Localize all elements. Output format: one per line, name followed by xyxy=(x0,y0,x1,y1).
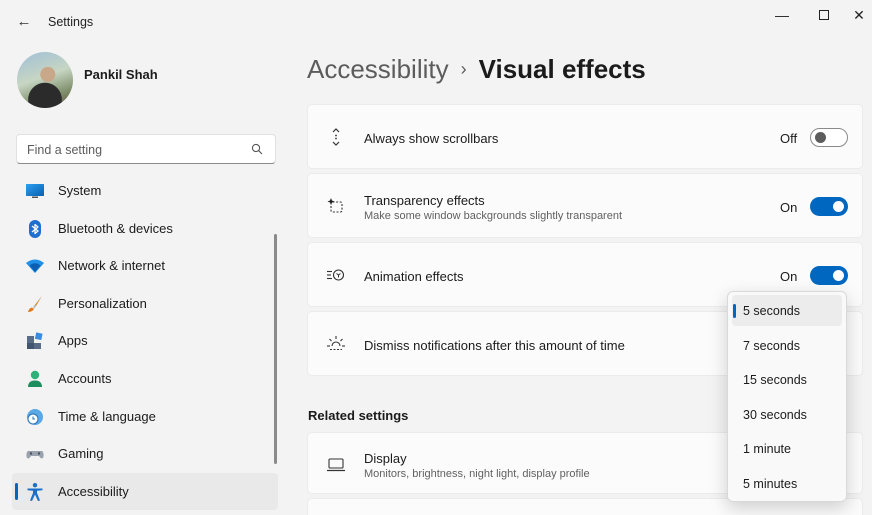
sidebar-item-accounts[interactable]: Accounts xyxy=(12,360,278,398)
app-title: Settings xyxy=(48,15,94,29)
bluetooth-icon xyxy=(29,219,41,238)
sidebar-item-time-language[interactable]: Time & language xyxy=(12,398,278,436)
title-bar: ← Settings — ✕ xyxy=(0,0,872,44)
dropdown-option[interactable]: 15 seconds xyxy=(732,364,842,395)
dropdown-option[interactable]: 7 seconds xyxy=(732,330,842,361)
sidebar-item-label: Apps xyxy=(58,333,88,349)
wifi-icon xyxy=(26,259,44,274)
laptop-icon xyxy=(327,458,345,472)
breadcrumb-parent[interactable]: Accessibility xyxy=(307,54,449,84)
toggle-state-label: Off xyxy=(780,131,798,146)
sidebar-item-label: Gaming xyxy=(58,446,104,462)
dropdown-option-selected[interactable]: 5 seconds xyxy=(732,295,842,326)
scrollbars-toggle[interactable] xyxy=(810,128,848,147)
active-indicator xyxy=(15,482,18,500)
section-heading: Related settings xyxy=(308,408,409,423)
search-icon[interactable] xyxy=(251,143,263,155)
setting-card-transparency: Transparency effects Make some window ba… xyxy=(307,173,863,238)
maximize-icon xyxy=(819,9,829,20)
dropdown-option-label: 5 seconds xyxy=(743,304,800,318)
sidebar-item-gaming[interactable]: Gaming xyxy=(12,435,278,473)
setting-title: Transparency effects xyxy=(364,193,485,208)
search-input[interactable] xyxy=(27,141,247,158)
minimize-icon: — xyxy=(775,7,789,23)
dropdown-option-label: 15 seconds xyxy=(743,373,807,387)
animation-icon xyxy=(327,269,345,281)
transparency-toggle[interactable] xyxy=(810,197,848,216)
sidebar-item-label: Personalization xyxy=(58,295,147,311)
setting-subtitle: Make some window backgrounds slightly tr… xyxy=(364,210,623,222)
person-icon xyxy=(28,370,42,387)
gamepad-icon xyxy=(26,451,44,459)
dropdown-option[interactable]: 1 minute xyxy=(732,433,842,464)
dropdown-option-label: 30 seconds xyxy=(743,407,807,422)
sidebar-item-label: Accounts xyxy=(58,370,112,386)
sidebar-item-label: Accessibility xyxy=(58,483,129,499)
dropdown-option[interactable]: 30 seconds xyxy=(732,399,842,430)
toggle-knob xyxy=(833,201,844,212)
close-icon: ✕ xyxy=(853,7,865,23)
breadcrumb-separator: › xyxy=(460,59,467,79)
sidebar-item-label: Network & internet xyxy=(58,258,165,274)
sidebar-item-system[interactable]: System xyxy=(12,172,278,210)
transparency-icon xyxy=(327,198,343,213)
sidebar-item-label: Time & language xyxy=(58,408,156,424)
search-box[interactable] xyxy=(16,134,276,164)
setting-subtitle: Monitors, brightness, night light, displ… xyxy=(364,468,590,480)
selected-indicator xyxy=(733,304,736,318)
profile-name: Pankil Shah xyxy=(84,67,158,82)
toggle-state-label: On xyxy=(780,269,798,284)
sidebar-item-label: System xyxy=(58,183,102,198)
close-button[interactable]: ✕ xyxy=(846,4,872,26)
setting-title: Display xyxy=(364,451,407,466)
dropdown-option[interactable]: 5 minutes xyxy=(732,468,842,499)
apps-icon xyxy=(27,332,43,350)
setting-title: Always show scrollbars xyxy=(364,131,499,146)
toggle-knob xyxy=(833,270,844,281)
brush-icon xyxy=(28,295,42,312)
avatar[interactable] xyxy=(17,52,73,108)
sidebar-nav: System Bluetooth & devices Network & int… xyxy=(12,172,278,511)
minimize-button[interactable]: — xyxy=(762,4,802,26)
maximize-button[interactable] xyxy=(804,4,844,26)
setting-title: Animation effects xyxy=(364,269,464,284)
scroll-arrows-icon xyxy=(332,128,340,146)
sidebar-scrollbar[interactable] xyxy=(274,234,277,464)
sidebar-item-network[interactable]: Network & internet xyxy=(12,247,278,285)
sun-timer-icon xyxy=(327,336,345,351)
sidebar-item-apps[interactable]: Apps xyxy=(12,322,278,360)
page-title: Visual effects xyxy=(478,54,646,84)
sidebar-item-label: Bluetooth & devices xyxy=(58,220,173,236)
sidebar-item-bluetooth[interactable]: Bluetooth & devices xyxy=(12,210,278,248)
dismiss-time-dropdown[interactable]: 5 seconds 7 seconds 15 seconds 30 second… xyxy=(727,291,847,502)
sidebar-item-accessibility[interactable]: Accessibility xyxy=(12,472,278,511)
toggle-state-label: On xyxy=(780,200,798,215)
back-button[interactable]: ← xyxy=(14,12,34,32)
dropdown-option-label: 1 minute xyxy=(743,442,791,456)
dropdown-option-label: 5 minutes xyxy=(743,476,798,491)
accessibility-icon xyxy=(27,482,43,501)
back-arrow-icon: ← xyxy=(16,13,32,30)
breadcrumb: Accessibility › Visual effects xyxy=(307,54,646,85)
globe-clock-icon xyxy=(27,408,43,425)
setting-title: Dismiss notifications after this amount … xyxy=(364,338,625,353)
setting-card-scrollbars: Always show scrollbars Off xyxy=(307,104,863,169)
monitor-icon xyxy=(26,184,44,198)
dropdown-option-label: 7 seconds xyxy=(743,338,800,353)
sidebar-item-personalization[interactable]: Personalization xyxy=(12,285,278,323)
toggle-knob xyxy=(815,132,826,143)
animation-toggle[interactable] xyxy=(810,266,848,285)
